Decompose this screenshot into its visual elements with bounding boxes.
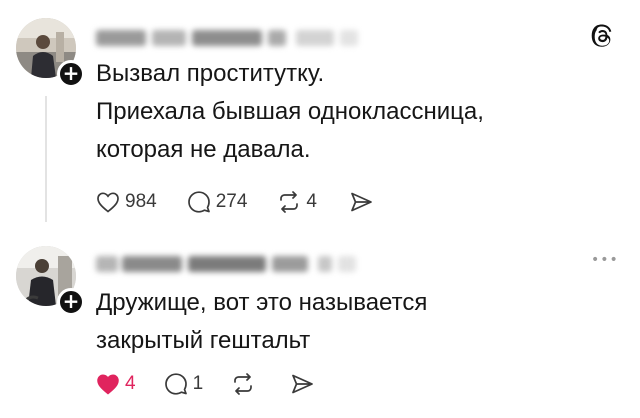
send-icon (351, 192, 372, 212)
repost-icon (280, 191, 299, 213)
comment-button[interactable]: 274 (187, 190, 248, 214)
follow-plus-icon[interactable]: + (57, 60, 85, 88)
repost-count: 4 (306, 191, 317, 212)
post-text: Вызвал проститутку. Приехала бывшая одно… (96, 55, 484, 169)
like-button[interactable]: 4 (96, 373, 136, 395)
heart-icon (97, 374, 119, 395)
repost-button[interactable] (231, 373, 260, 395)
comment-count: 274 (215, 191, 248, 212)
comment-bubble-icon (164, 373, 187, 395)
username-blurred[interactable] (96, 256, 366, 274)
repost-button[interactable]: 4 (277, 191, 317, 213)
post-text-line: которая не давала. (96, 136, 311, 163)
post-text-line: Дружище, вот это называется (96, 289, 428, 316)
share-button[interactable] (290, 373, 314, 395)
share-button[interactable] (349, 191, 373, 213)
like-button[interactable]: 984 (96, 191, 157, 213)
repost-icon (234, 373, 253, 395)
heart-icon (97, 192, 119, 213)
post-text-line: Приехала бывшая одноклассница, (96, 98, 484, 125)
comment-bubble-icon (187, 191, 210, 213)
post-text-line: Вызвал проститутку. (96, 60, 325, 87)
follow-plus-icon[interactable]: + (57, 288, 85, 316)
more-options-icon[interactable]: ••• (591, 252, 619, 268)
post-text-line: закрытый гештальт (96, 327, 311, 354)
comment-count: 1 (192, 373, 204, 394)
threads-logo-icon[interactable] (591, 24, 615, 48)
thread-connector-line (45, 96, 47, 222)
post-actions: 4 1 (96, 372, 314, 396)
like-count: 4 (125, 373, 136, 394)
username-blurred[interactable] (96, 30, 366, 48)
send-icon (292, 374, 314, 394)
comment-button[interactable]: 1 (164, 372, 204, 396)
post-text: Дружище, вот это называется закрытый геш… (96, 284, 427, 360)
post-actions: 984 274 4 (96, 190, 373, 214)
like-count: 984 (125, 191, 157, 212)
threads-feed: + Вызвал проститутку. Приехала бывшая од… (0, 0, 640, 418)
